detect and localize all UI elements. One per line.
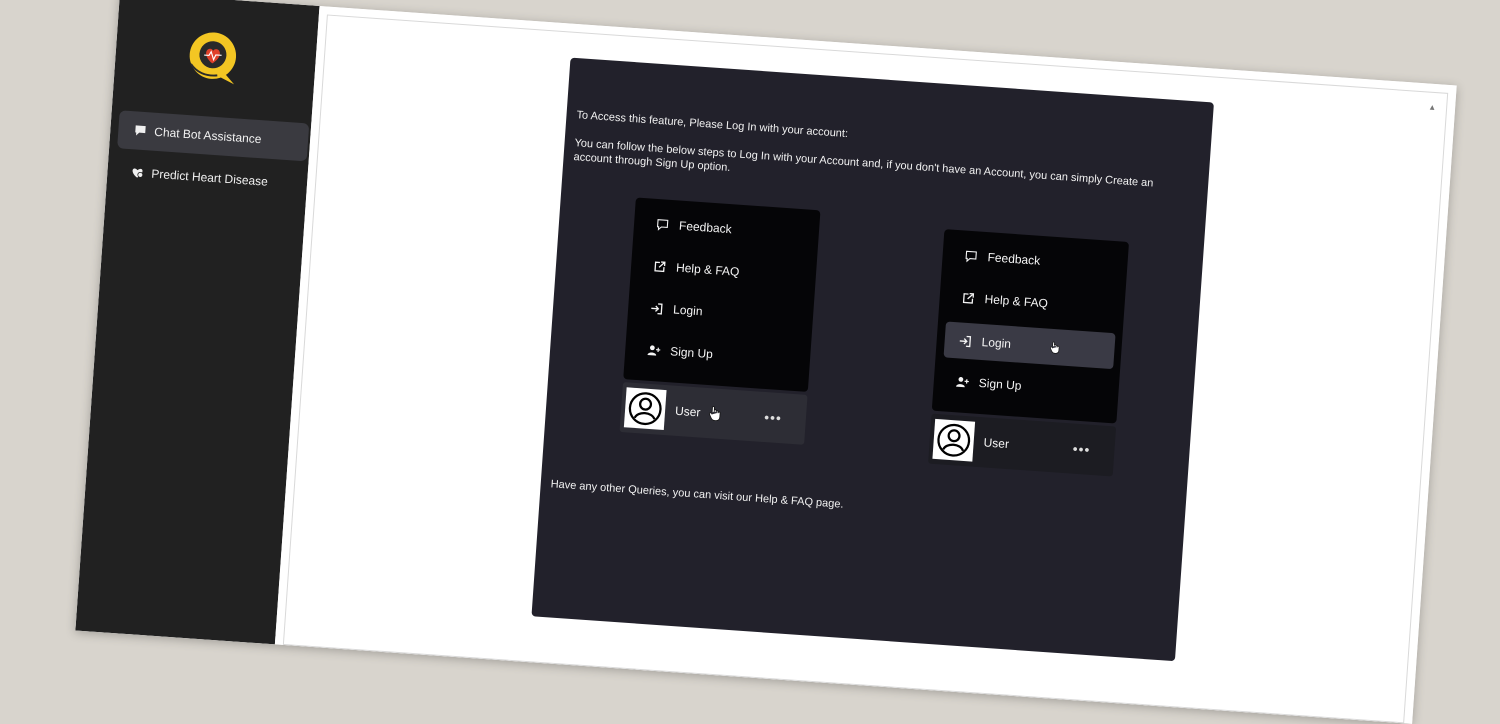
app-logo (184, 27, 246, 89)
menu-item-label: Login (672, 302, 704, 319)
heart-icon (131, 166, 144, 179)
menu-item-label: Help & FAQ (984, 292, 1049, 311)
user-menu: Feedback Help & FAQ Login Sign Up (623, 197, 821, 392)
feedback-icon (657, 218, 669, 231)
user-name: User (983, 435, 1010, 452)
hand-cursor-icon (709, 406, 721, 422)
app-window: Chat Bot Assistance Predict Heart Diseas… (75, 0, 1457, 724)
menu-item-label: Sign Up (669, 344, 714, 362)
more-options-icon[interactable]: ••• (1072, 441, 1091, 458)
sidebar-item-predict-heart[interactable]: Predict Heart Disease (114, 152, 306, 203)
menu-demo-default: Feedback Help & FAQ Login Sign Up User •… (619, 197, 826, 455)
menu-item-feedback[interactable]: Feedback (641, 208, 813, 250)
menu-item-login[interactable]: Login (943, 321, 1116, 370)
user-profile-row[interactable]: User ••• (928, 413, 1117, 477)
user-name: User (674, 403, 701, 420)
footer-text: Have any other Queries, you can visit ou… (550, 478, 844, 511)
add-user-icon (956, 376, 969, 387)
menu-item-sign-up[interactable]: Sign Up (941, 365, 1113, 407)
menu-item-label: Sign Up (978, 375, 1022, 393)
menu-item-login[interactable]: Login (635, 292, 807, 334)
user-menu: Feedback Help & FAQ Login Sign Up (931, 229, 1130, 424)
menu-item-help-faq[interactable]: Help & FAQ (947, 282, 1119, 324)
avatar (932, 418, 976, 462)
menu-demo-login-hover: Feedback Help & FAQ Login Sign Up User •… (927, 229, 1134, 487)
menu-item-label: Help & FAQ (675, 260, 740, 279)
menu-item-label: Feedback (678, 218, 733, 237)
menu-item-label: Feedback (987, 250, 1041, 268)
login-icon (959, 335, 972, 347)
external-link-icon (654, 260, 666, 272)
menu-item-sign-up[interactable]: Sign Up (632, 334, 804, 376)
more-options-icon[interactable]: ••• (764, 409, 783, 426)
chat-icon (134, 124, 147, 137)
avatar (623, 387, 667, 430)
sidebar-item-label: Chat Bot Assistance (153, 124, 262, 147)
login-info-card: To Access this feature, Please Log In wi… (531, 57, 1214, 662)
scroll-up-arrow-icon[interactable]: ▲ (1428, 103, 1437, 113)
external-link-icon (962, 292, 975, 304)
add-user-icon (647, 344, 661, 356)
sidebar-item-label: Predict Heart Disease (150, 166, 269, 189)
user-profile-row[interactable]: User ••• (619, 382, 808, 445)
hand-cursor-icon (1050, 341, 1060, 354)
menu-item-help-faq[interactable]: Help & FAQ (638, 250, 810, 292)
main-content: ▲ To Access this feature, Please Log In … (274, 5, 1457, 724)
menu-item-feedback[interactable]: Feedback (950, 240, 1122, 282)
menu-item-label: Login (981, 334, 1012, 351)
login-icon (651, 302, 663, 315)
content-frame: ▲ To Access this feature, Please Log In … (282, 14, 1449, 724)
feedback-icon (965, 250, 977, 262)
